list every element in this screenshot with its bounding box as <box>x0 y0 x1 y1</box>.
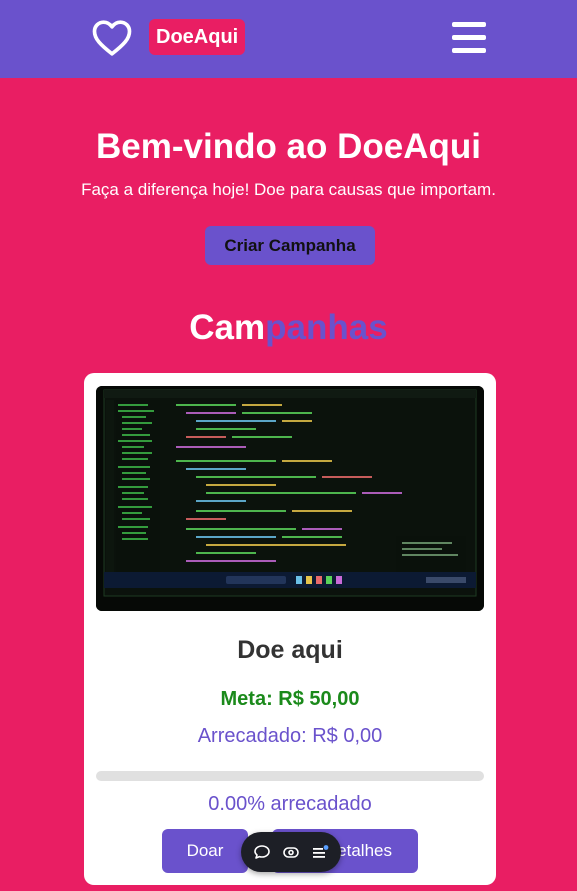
heart-icon[interactable] <box>92 19 132 57</box>
progress-label: 0.00% arrecadado <box>208 793 372 815</box>
navbar: DoeAqui <box>0 0 577 78</box>
list-icon[interactable] <box>311 843 329 861</box>
campaign-title: Doe aqui <box>237 636 343 664</box>
progress-bar <box>96 771 484 781</box>
campaign-raised: Arrecadado: R$ 0,00 <box>197 725 383 747</box>
floating-toolbar <box>241 832 341 872</box>
section-title-part1: Cam <box>189 308 266 347</box>
campaign-card: Doe aqui Meta: R$ 50,00 Arrecadado: R$ 0… <box>84 373 496 885</box>
donate-button[interactable]: Doar <box>162 829 248 873</box>
brand-logo[interactable]: DoeAqui <box>149 19 246 55</box>
menu-icon[interactable] <box>452 22 486 54</box>
campaign-goal: Meta: R$ 50,00 <box>220 688 360 710</box>
section-title-part2: panhas <box>265 308 388 347</box>
eye-icon[interactable] <box>282 843 300 861</box>
section-title: Campanhas <box>0 308 577 348</box>
create-campaign-button[interactable]: Criar Campanha <box>205 226 375 265</box>
chat-icon[interactable] <box>253 843 271 861</box>
hero-title: Bem-vindo ao DoeAqui <box>95 127 482 166</box>
hero-subtitle: Faça a diferença hoje! Doe para causas q… <box>81 180 496 199</box>
campaign-image <box>96 386 484 611</box>
